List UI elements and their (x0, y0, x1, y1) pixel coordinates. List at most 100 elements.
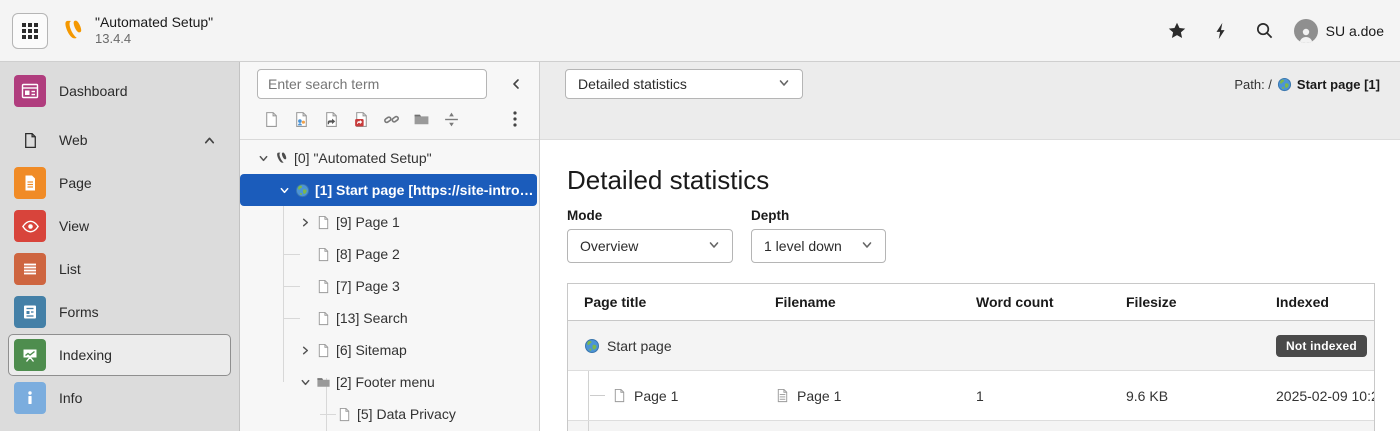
page-tree-panel: [0] "Automated Setup" [1] Start page [ht… (240, 62, 540, 431)
new-page-icon[interactable] (257, 107, 285, 131)
chevron-down-icon[interactable] (254, 149, 272, 167)
sidebar-item-forms[interactable]: Forms (8, 291, 231, 333)
typo3-root-icon (272, 150, 290, 166)
path-label: Path: / (1234, 77, 1272, 92)
col-word-count: Word count (976, 294, 1126, 310)
path-page: Start page [1] (1297, 77, 1380, 92)
page-title: Detailed statistics (567, 165, 1400, 196)
typo3-backend: "Automated Setup" 13.4.4 SU a.doe (0, 0, 1400, 431)
page-module-icon (14, 167, 46, 199)
tree-toolbar (240, 62, 539, 140)
page-icon (612, 388, 627, 403)
document-icon (775, 388, 790, 403)
page-tree: [0] "Automated Setup" [1] Start page [ht… (240, 140, 539, 431)
doc-header: Detailed statistics Path: / Start page [… (540, 62, 1400, 140)
bookmarks-star-icon[interactable] (1160, 14, 1194, 48)
typo3-version: 13.4.4 (95, 31, 213, 47)
chevron-right-icon[interactable] (296, 341, 314, 359)
globe-icon (1277, 77, 1292, 92)
tree-more-options-icon[interactable] (503, 107, 527, 131)
chevron-right-icon[interactable] (296, 213, 314, 231)
module-grid-button[interactable] (12, 13, 48, 49)
sidebar-item-list[interactable]: List (8, 248, 231, 290)
site-title: "Automated Setup" (95, 14, 213, 32)
mode-label: Mode (567, 208, 733, 223)
spacer-icon[interactable] (437, 107, 465, 131)
mode-value: Overview (580, 238, 638, 254)
depth-label: Depth (751, 208, 886, 223)
col-filesize: Filesize (1126, 294, 1276, 310)
tree-node-footer-menu[interactable]: [2] Footer menu (240, 366, 539, 398)
tree-node-data-privacy[interactable]: [5] Data Privacy (240, 398, 539, 430)
not-indexed-badge: Not indexed (1276, 335, 1367, 357)
indexing-icon (14, 339, 46, 371)
globe-icon (584, 338, 600, 354)
sidebar-item-info[interactable]: Info (8, 377, 231, 419)
col-indexed: Indexed (1276, 294, 1374, 310)
col-filename: Filename (775, 294, 976, 310)
list-icon (14, 253, 46, 285)
web-page-icon (14, 124, 46, 156)
chevron-up-icon (203, 134, 222, 147)
module-body: Detailed statistics Mode Overview Depth (540, 140, 1400, 431)
sidebar-item-page[interactable]: Page (8, 162, 231, 204)
globe-icon (293, 182, 311, 198)
shortcut-page-icon[interactable] (317, 107, 345, 131)
tree-branch-line (590, 395, 605, 396)
page-icon (314, 310, 332, 326)
collapse-tree-icon[interactable] (503, 71, 529, 97)
topbar-tools: SU a.doe (1160, 14, 1400, 48)
breadcrumb: Path: / Start page [1] (1234, 69, 1380, 92)
mode-select[interactable]: Overview (567, 229, 733, 263)
tree-node-page-2[interactable]: [8] Page 2 (240, 238, 539, 270)
cell-indexed: 2025-02-09 10:2 (1276, 388, 1374, 404)
user-menu[interactable]: SU a.doe (1292, 15, 1386, 47)
backend-user-section-page-icon[interactable] (287, 107, 315, 131)
page-icon (314, 342, 332, 358)
chevron-down-icon[interactable] (296, 373, 314, 391)
tree-branch-line (284, 254, 300, 255)
tree-branch-line (284, 286, 300, 287)
statistics-table: Page title Filename Word count Filesize … (567, 283, 1375, 431)
chevron-down-icon (694, 238, 720, 254)
chevron-down-icon[interactable] (275, 181, 293, 199)
tree-branch-line (284, 318, 300, 319)
avatar (1294, 19, 1318, 43)
depth-select[interactable]: 1 level down (751, 229, 886, 263)
cell-filename: Page 1 (797, 388, 841, 404)
clear-cache-bolt-icon[interactable] (1204, 14, 1238, 48)
info-icon (14, 382, 46, 414)
col-page-title: Page title (568, 294, 775, 310)
tree-node-page-1[interactable]: [9] Page 1 (240, 206, 539, 238)
page-icon (314, 278, 332, 294)
mountpoint-page-icon[interactable] (347, 107, 375, 131)
module-menu: Dashboard Web Page (0, 62, 240, 431)
sidebar-item-indexing[interactable]: Indexing (8, 334, 231, 376)
folder-icon[interactable] (407, 107, 435, 131)
tree-node-search[interactable]: [13] Search (240, 302, 539, 334)
page-icon (314, 246, 332, 262)
username: SU a.doe (1326, 23, 1384, 39)
external-link-icon[interactable] (377, 107, 405, 131)
tree-node-sitemap[interactable]: [6] Sitemap (240, 334, 539, 366)
tree-search-input[interactable] (257, 69, 487, 99)
cell-page-title: Start page (607, 338, 672, 354)
tree-node-root[interactable]: [0] "Automated Setup" (240, 142, 539, 174)
sidebar-item-dashboard[interactable]: Dashboard (8, 70, 231, 112)
chevron-down-icon (847, 238, 873, 254)
cell-filesize: 9.6 KB (1126, 388, 1276, 404)
table-row-page-1: Page 1 Page 1 1 9.6 KB 2025-02-09 10:2 (568, 371, 1374, 421)
tree-node-start-page[interactable]: [1] Start page [https://site-intro… (240, 174, 537, 206)
topbar: "Automated Setup" 13.4.4 SU a.doe (0, 0, 1400, 62)
tree-branch-line (320, 414, 336, 415)
tree-node-page-3[interactable]: [7] Page 3 (240, 270, 539, 302)
table-row-partial (568, 421, 1374, 431)
sidebar-group-web[interactable]: Web (8, 119, 231, 161)
grid-icon (22, 23, 38, 39)
content-area: Detailed statistics Path: / Start page [… (540, 62, 1400, 431)
page-icon (335, 406, 353, 422)
sidebar-item-view[interactable]: View (8, 205, 231, 247)
function-menu-select[interactable]: Detailed statistics (565, 69, 803, 99)
forms-icon (14, 296, 46, 328)
search-icon[interactable] (1248, 14, 1282, 48)
